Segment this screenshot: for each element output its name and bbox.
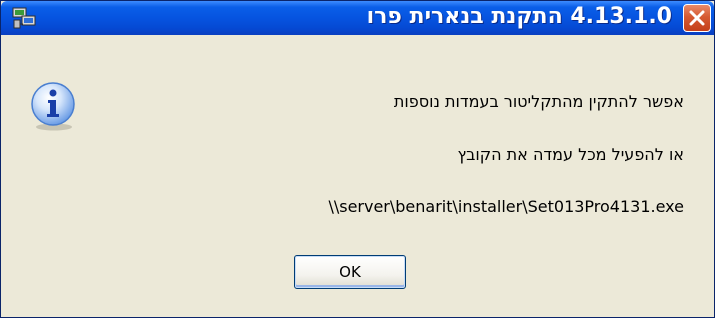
title-bar[interactable]: 4.13.1.0 התקנת בנארית פרו bbox=[1, 1, 714, 35]
message-dialog: 4.13.1.0 התקנת בנארית פרו אפשר להתקין מה… bbox=[0, 0, 715, 318]
message-line-1: אפשר להתקין מהתקליטור בעמדות נוספות bbox=[393, 92, 684, 111]
close-button[interactable] bbox=[683, 4, 711, 32]
window-title: 4.13.1.0 התקנת בנארית פרו bbox=[366, 4, 672, 29]
message-line-2: או להפעיל מכל עמדה את הקובץ bbox=[457, 145, 684, 164]
network-computer-icon bbox=[12, 7, 36, 29]
ok-button[interactable]: OK bbox=[294, 255, 406, 289]
file-path-text: \\server\benarit\installer\Set013Pro4131… bbox=[328, 197, 684, 216]
close-icon bbox=[689, 10, 705, 26]
information-icon bbox=[31, 82, 75, 131]
